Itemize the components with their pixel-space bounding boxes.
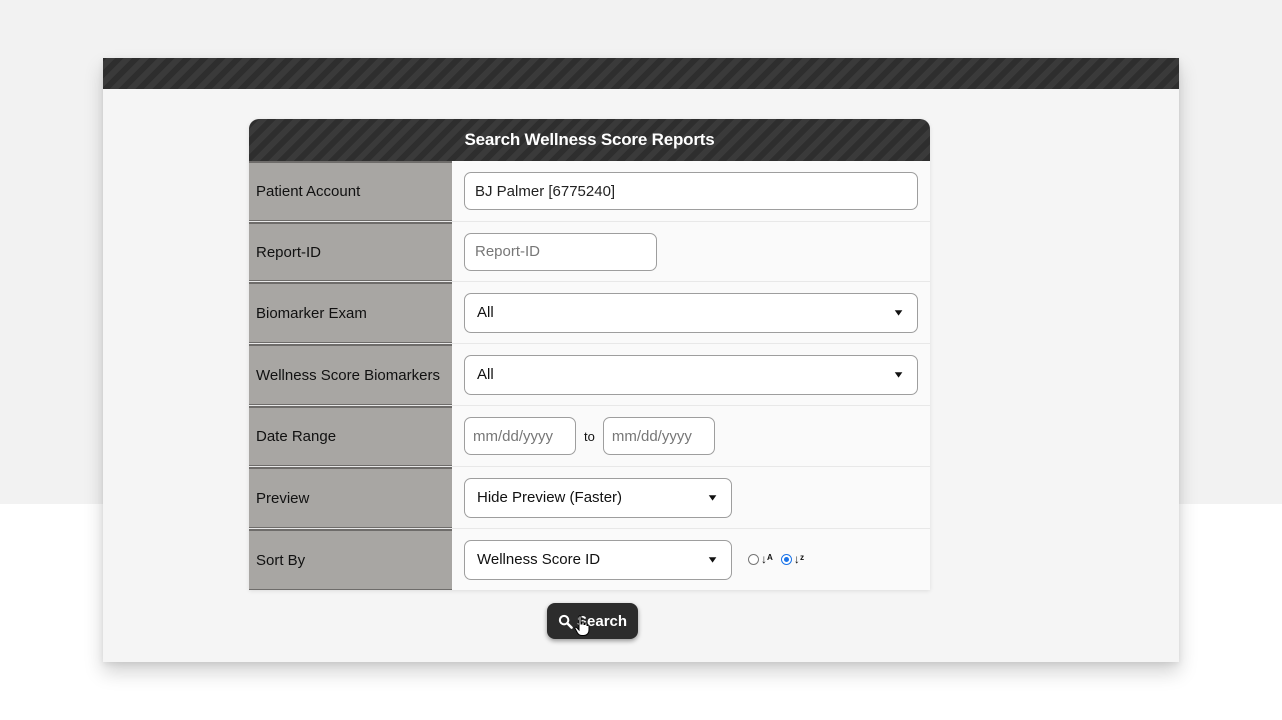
chevron-down-icon: ▼ [706,554,719,565]
date-to-input[interactable] [602,417,715,455]
sort-desc-option[interactable]: ↓ᶻ [780,551,805,569]
report-id-input[interactable] [464,232,657,271]
sort-asc-option[interactable]: ↓ᴬ [748,551,773,569]
biomarker-exam-select[interactable]: All ▼ [464,292,918,333]
chevron-down-icon: ▼ [892,307,905,318]
row-biomarker-exam: Biomarker Exam All ▼ [249,282,930,344]
wellness-biomarkers-select[interactable]: All ▼ [464,354,918,395]
wellness-biomarkers-value: All [477,366,494,383]
date-range-label: Date Range [249,406,452,466]
top-bar [103,58,1179,89]
patient-account-input[interactable] [464,172,918,210]
date-range-separator: to [584,428,595,444]
search-form-panel: Search Wellness Score Reports Patient Ac… [249,119,930,590]
sort-by-value: Wellness Score ID [477,551,601,568]
search-button[interactable]: Search [547,603,639,639]
sort-by-select[interactable]: Wellness Score ID ▼ [464,539,732,580]
sort-asc-radio[interactable] [748,553,759,565]
biomarker-exam-label: Biomarker Exam [249,282,452,343]
sort-alpha-desc-icon: ↓ᶻ [793,552,805,567]
sort-by-label: Sort By [249,529,452,590]
row-sort-by: Sort By Wellness Score ID ▼ ↓ᴬ ↓ᶻ [249,529,930,590]
main-card: Search Wellness Score Reports Patient Ac… [103,58,1179,662]
chevron-down-icon: ▼ [706,492,719,503]
row-report-id: Report-ID [249,222,930,282]
preview-select[interactable]: Hide Preview (Faster) ▼ [464,477,732,518]
report-id-label: Report-ID [249,222,452,281]
sort-alpha-asc-icon: ↓ᴬ [761,552,773,567]
patient-account-label: Patient Account [249,161,452,221]
sort-desc-radio[interactable] [780,553,792,565]
chevron-down-icon: ▼ [892,369,905,380]
search-icon [558,614,573,629]
row-preview: Preview Hide Preview (Faster) ▼ [249,467,930,529]
biomarker-exam-value: All [477,304,494,321]
hand-cursor-icon [574,615,590,636]
preview-value: Hide Preview (Faster) [477,489,623,506]
form-title: Search Wellness Score Reports [249,119,930,161]
row-patient-account: Patient Account [249,161,930,222]
row-date-range: Date Range to [249,406,930,467]
preview-label: Preview [249,467,452,528]
date-from-input[interactable] [464,417,576,455]
wellness-biomarkers-label: Wellness Score Biomarkers [249,344,452,405]
row-wellness-biomarkers: Wellness Score Biomarkers All ▼ [249,344,930,406]
